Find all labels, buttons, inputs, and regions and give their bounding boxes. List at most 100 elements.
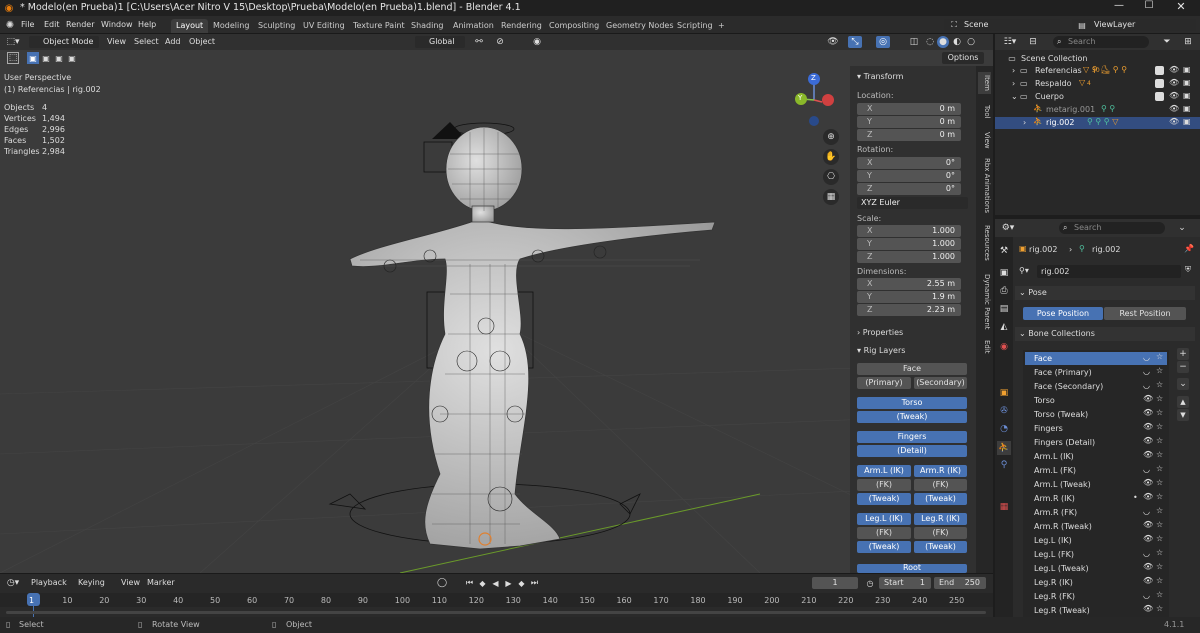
eye-open-icon[interactable]: 👁: [1143, 492, 1153, 501]
filter-icon[interactable]: ⏷: [1159, 36, 1175, 48]
visibility-eye-icon[interactable]: 👁: [1169, 91, 1179, 100]
layer-arm-r-tweak-button[interactable]: (Tweak): [914, 493, 967, 505]
timeline-editor-icon[interactable]: ◷▾: [5, 577, 21, 589]
jump-keyframe-back-icon[interactable]: ◆: [477, 577, 488, 589]
tab-tool[interactable]: Tool: [978, 102, 991, 122]
end-frame-field[interactable]: End 250: [934, 577, 986, 589]
bone-collection-row[interactable]: Leg.L (Tweak) 👁 ☆: [1025, 562, 1167, 575]
bone-collection-row[interactable]: Arm.R (IK) • 👁 ☆: [1025, 492, 1167, 505]
outliner-row-respaldo[interactable]: › ▭ Respaldo ▽ 4 👁 ▣: [995, 78, 1200, 90]
3d-viewport[interactable]: ⬚▾ Object Mode View Select Add Object Gl…: [0, 34, 993, 573]
menu-edit[interactable]: Edit: [44, 19, 60, 31]
menu-view[interactable]: View: [107, 36, 126, 48]
menu-add[interactable]: Add: [165, 36, 181, 48]
outliner-search-input[interactable]: ⌕ Search: [1053, 36, 1149, 48]
bone-collection-row[interactable]: Arm.R (Tweak) 👁 ☆: [1025, 520, 1167, 533]
tab-animation[interactable]: Animation: [448, 19, 499, 33]
render-camera-icon[interactable]: ▣: [1183, 78, 1191, 87]
auto-key-icon[interactable]: ◯: [436, 577, 448, 589]
rig-layers-header[interactable]: ▾ Rig Layers: [857, 346, 905, 355]
layer-arm-l-fk-button[interactable]: (FK): [857, 479, 911, 491]
menu-help[interactable]: Help: [138, 19, 156, 31]
scene-tab-icon[interactable]: ◭: [998, 321, 1010, 333]
eye-open-icon[interactable]: 👁: [1143, 604, 1153, 613]
eye-open-icon[interactable]: 👁: [1143, 520, 1153, 529]
play-icon[interactable]: ▶: [503, 577, 514, 589]
visibility-eye-icon[interactable]: 👁: [1169, 78, 1179, 87]
bone-collection-row[interactable]: Face ◡ ☆: [1025, 352, 1167, 365]
star-icon[interactable]: ☆: [1156, 506, 1163, 515]
xray-icon[interactable]: ◫: [908, 36, 920, 48]
outliner-row-referencias[interactable]: › ▭ Referencias 30 ▽ ⚲ ⛸ ⚲ ⚲ 👁 ▣: [995, 65, 1200, 77]
bone-collection-row[interactable]: Fingers (Detail) 👁 ☆: [1025, 436, 1167, 449]
shading-solid-icon[interactable]: ●: [937, 36, 949, 48]
bone-collection-row[interactable]: Leg.R (IK) 👁 ☆: [1025, 576, 1167, 589]
dimension-x-field[interactable]: X 2.55 m: [857, 278, 961, 290]
remove-collection-button[interactable]: −: [1177, 361, 1189, 373]
star-icon[interactable]: ☆: [1156, 604, 1163, 613]
maximize-button[interactable]: ☐: [1138, 0, 1160, 16]
layer-face-secondary-button[interactable]: (Secondary): [914, 377, 967, 389]
eye-open-icon[interactable]: 👁: [1143, 422, 1153, 431]
layer-leg-r-tweak-button[interactable]: (Tweak): [914, 541, 967, 553]
star-icon[interactable]: ☆: [1156, 436, 1163, 445]
bone-collections-list[interactable]: Face ◡ ☆ Face (Primary) ◡ ☆ Face (Secondary)…: [1023, 350, 1169, 633]
collapse-arrow-icon[interactable]: ⌄: [1011, 92, 1018, 101]
properties-search-input[interactable]: ⌕ Search: [1059, 222, 1165, 234]
overlay-toggle-icon[interactable]: ◎: [876, 36, 890, 48]
preview-range-icon[interactable]: ◷: [864, 577, 876, 589]
star-icon[interactable]: ☆: [1156, 590, 1163, 599]
bone-collections-header[interactable]: ⌄ Bone Collections: [1015, 327, 1195, 341]
star-icon[interactable]: ☆: [1156, 534, 1163, 543]
texture-tab-icon[interactable]: ▦: [998, 501, 1010, 513]
eye-open-icon[interactable]: 👁: [1143, 408, 1153, 417]
rest-position-button[interactable]: Rest Position: [1104, 307, 1186, 320]
camera-icon[interactable]: ⎔: [823, 169, 839, 185]
shading-rendered-icon[interactable]: ○: [965, 36, 977, 48]
add-collection-button[interactable]: +: [1177, 348, 1189, 360]
start-frame-field[interactable]: Start 1: [879, 577, 931, 589]
properties-header[interactable]: › Properties: [857, 328, 903, 337]
layer-torso-button[interactable]: Torso: [857, 397, 967, 409]
layer-face-primary-button[interactable]: (Primary): [857, 377, 911, 389]
bone-collection-row[interactable]: Torso (Tweak) 👁 ☆: [1025, 408, 1167, 421]
pin-icon[interactable]: 📌: [1184, 244, 1194, 253]
bone-collection-row[interactable]: Torso 👁 ☆: [1025, 394, 1167, 407]
location-y-field[interactable]: Y 0 m: [857, 116, 961, 128]
bone-collection-row[interactable]: Leg.R (FK) ◡ ☆: [1025, 590, 1167, 603]
tab-modeling[interactable]: Modeling: [208, 19, 254, 33]
outliner-row-cuerpo[interactable]: ⌄ ▭ Cuerpo 👁 ▣: [995, 91, 1200, 103]
star-icon[interactable]: ☆: [1156, 520, 1163, 529]
proportional-icon[interactable]: ◉: [530, 36, 544, 48]
tab-rbx-animations[interactable]: Rbx Animations: [978, 158, 991, 214]
tab-sculpting[interactable]: Sculpting: [253, 19, 300, 33]
location-z-field[interactable]: Z 0 m: [857, 129, 961, 141]
view-layer-tab-icon[interactable]: ▤: [998, 303, 1010, 315]
tool-tab-icon[interactable]: ⚒: [998, 245, 1010, 257]
star-icon[interactable]: ☆: [1156, 352, 1163, 361]
object-tab-icon[interactable]: ▣: [998, 387, 1010, 399]
rotation-z-field[interactable]: Z 0°: [857, 183, 961, 195]
dimension-y-field[interactable]: Y 1.9 m: [857, 291, 961, 303]
dimension-z-field[interactable]: Z 2.23 m: [857, 304, 961, 316]
new-collection-icon[interactable]: ⊞: [1181, 36, 1195, 48]
expand-arrow-icon[interactable]: ›: [1012, 79, 1015, 88]
collection-menu-button[interactable]: ⌄: [1177, 378, 1189, 390]
star-icon[interactable]: ☆: [1156, 408, 1163, 417]
star-icon[interactable]: ☆: [1156, 450, 1163, 459]
grid-view-icon[interactable]: ▦: [823, 189, 839, 205]
shading-wire-icon[interactable]: ◌: [924, 36, 936, 48]
layer-root-button[interactable]: Root: [857, 564, 967, 573]
gizmo-toggle-icon[interactable]: ⤡: [848, 36, 862, 48]
render-camera-icon[interactable]: ▣: [1183, 65, 1191, 74]
expand-arrow-icon[interactable]: ›: [1023, 118, 1026, 127]
tab-item[interactable]: Item: [978, 72, 991, 94]
checkbox-icon[interactable]: [1155, 92, 1164, 101]
armature-data-tab-icon[interactable]: ⛹: [997, 441, 1011, 455]
snap-icon[interactable]: ⊘: [493, 36, 507, 48]
pan-hand-icon[interactable]: ✋: [823, 149, 839, 165]
select-mode-new-icon[interactable]: ▣: [27, 52, 39, 64]
menu-marker[interactable]: Marker: [147, 578, 175, 587]
layer-leg-r-fk-button[interactable]: (FK): [914, 527, 967, 539]
menu-file[interactable]: File: [21, 19, 34, 31]
